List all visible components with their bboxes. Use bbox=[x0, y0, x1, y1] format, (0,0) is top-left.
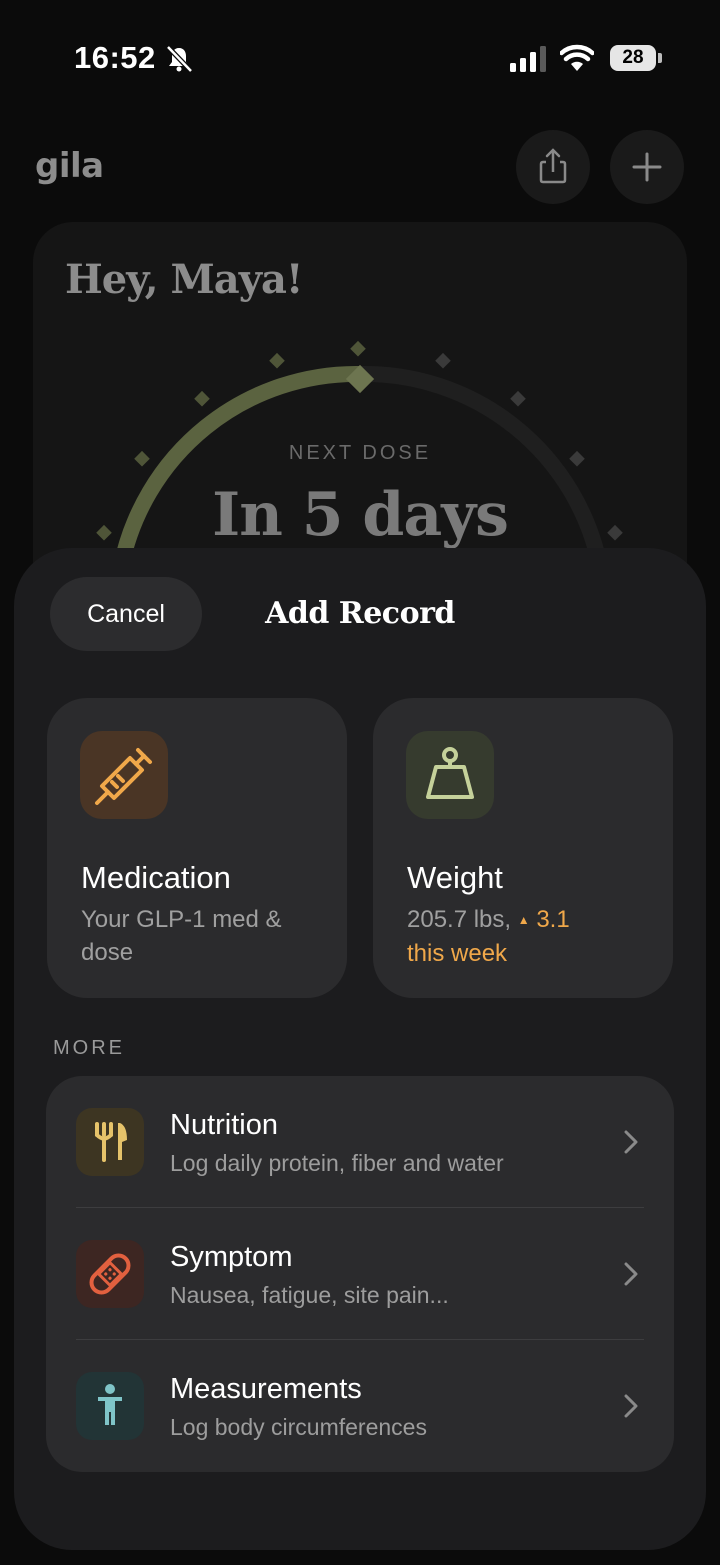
delta-up-icon: ▲ bbox=[517, 913, 530, 927]
chevron-right-icon bbox=[624, 1262, 638, 1286]
symptom-title: Symptom bbox=[170, 1241, 293, 1273]
app-logo: gila bbox=[35, 146, 104, 186]
add-record-sheet: Cancel Add Record Medication Your GLP-1 … bbox=[14, 548, 706, 1550]
next-dose-label: NEXT DOSE bbox=[288, 442, 432, 464]
fork-knife-icon bbox=[76, 1108, 144, 1176]
add-button[interactable] bbox=[610, 130, 684, 204]
chevron-right-icon bbox=[624, 1130, 638, 1154]
wifi-icon bbox=[560, 44, 594, 71]
battery-indicator: 28 bbox=[610, 45, 656, 71]
battery-tip bbox=[658, 53, 662, 63]
status-bar: 16:52 28 bbox=[0, 0, 720, 110]
plus-icon bbox=[632, 152, 662, 182]
share-icon bbox=[539, 148, 567, 184]
list-item-measurements[interactable]: Measurements Log body circumferences bbox=[46, 1340, 674, 1472]
measurements-title: Measurements bbox=[170, 1373, 362, 1405]
nutrition-subtitle: Log daily protein, fiber and water bbox=[170, 1150, 504, 1176]
medication-tile[interactable]: Medication Your GLP-1 med & dose bbox=[47, 698, 347, 998]
list-item-nutrition[interactable]: Nutrition Log daily protein, fiber and w… bbox=[46, 1076, 674, 1208]
measurements-subtitle: Log body circumferences bbox=[170, 1414, 427, 1440]
weight-subtitle: 205.7 lbs, ▲ 3.1 this week bbox=[407, 903, 657, 970]
bell-muted-icon bbox=[166, 45, 193, 73]
kettlebell-icon bbox=[406, 731, 494, 819]
nutrition-title: Nutrition bbox=[170, 1109, 278, 1141]
more-list: Nutrition Log daily protein, fiber and w… bbox=[46, 1076, 674, 1472]
weight-delta-value: 3.1 bbox=[536, 906, 570, 933]
person-icon bbox=[76, 1372, 144, 1440]
weight-title: Weight bbox=[407, 860, 503, 895]
symptom-subtitle: Nausea, fatigue, site pain... bbox=[170, 1282, 449, 1308]
medication-subtitle: Your GLP-1 med & dose bbox=[81, 906, 282, 966]
weight-tile[interactable]: Weight 205.7 lbs, ▲ 3.1 this week bbox=[373, 698, 673, 998]
next-dose-value: In 5 days bbox=[212, 480, 509, 550]
chevron-right-icon bbox=[624, 1394, 638, 1418]
weight-delta: ▲ 3.1 bbox=[518, 906, 570, 933]
medication-title: Medication bbox=[81, 860, 231, 895]
sheet-title: Add Record bbox=[265, 596, 455, 631]
list-item-symptom[interactable]: Symptom Nausea, fatigue, site pain... bbox=[46, 1208, 674, 1340]
weight-delta-suffix: this week bbox=[407, 940, 508, 967]
more-section-label: MORE bbox=[53, 1037, 125, 1059]
syringe-icon bbox=[80, 731, 168, 819]
status-time: 16:52 bbox=[74, 40, 156, 75]
bandage-icon bbox=[76, 1240, 144, 1308]
cellular-signal-icon bbox=[510, 46, 546, 72]
share-button[interactable] bbox=[516, 130, 590, 204]
weight-value: 205.7 lbs, bbox=[407, 906, 512, 933]
